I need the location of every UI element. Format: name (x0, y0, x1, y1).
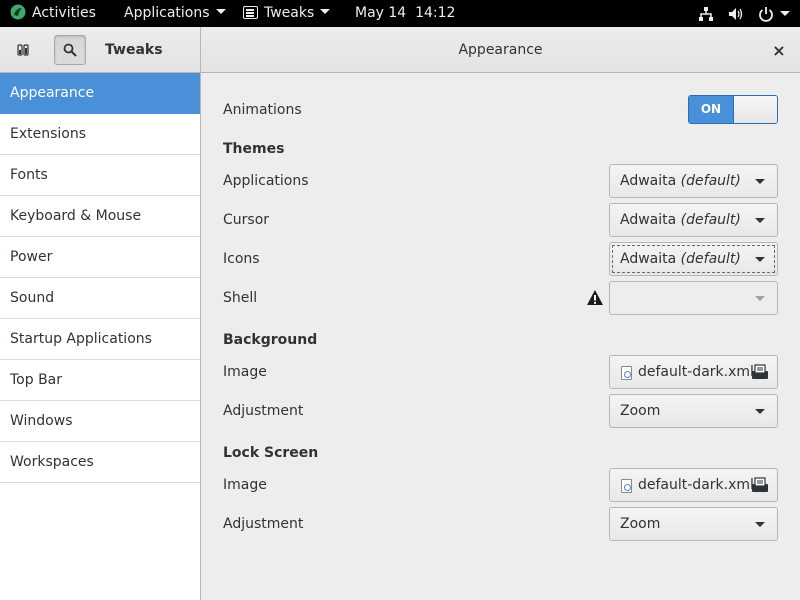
dropdown-suffix: (default) (680, 251, 741, 267)
applications-theme-row: Applications Adwaita (default) (223, 164, 778, 198)
tweaks-window: Tweaks Appearance × Appearance Extension… (0, 27, 800, 600)
chevron-down-icon (755, 296, 765, 301)
caret-down-icon (320, 9, 331, 14)
activities-button[interactable]: Activities (10, 0, 96, 27)
dropdown-suffix: (default) (680, 212, 741, 228)
sidebar-item-workspaces[interactable]: Workspaces (0, 442, 200, 483)
volume-icon (729, 7, 743, 20)
app-menu-label: Tweaks (264, 5, 315, 21)
shell-theme-dropdown (609, 281, 778, 315)
switch-knob[interactable] (732, 96, 777, 123)
sidebar-item-appearance[interactable]: Appearance (0, 73, 200, 114)
header-bar: Tweaks Appearance × (0, 27, 800, 73)
lock-screen-heading: Lock Screen (223, 445, 319, 461)
applications-theme-label: Applications (223, 173, 309, 189)
applications-theme-dropdown[interactable]: Adwaita (default) (609, 164, 778, 198)
chevron-down-icon (755, 179, 765, 184)
search-icon (63, 43, 77, 57)
cursor-theme-label: Cursor (223, 212, 270, 228)
sidebar-item-startup-applications[interactable]: Startup Applications (0, 319, 200, 360)
close-button[interactable]: × (770, 40, 788, 60)
dropdown-value: Zoom (620, 403, 661, 419)
background-image-row: Image default-dark.xml (223, 355, 778, 389)
warning-icon (587, 290, 603, 305)
close-icon: × (772, 40, 786, 60)
dropdown-value: Adwaita (620, 212, 677, 228)
gnome-logo-icon (10, 4, 26, 20)
background-image-chooser[interactable]: default-dark.xml (609, 355, 778, 389)
sidebar-item-fonts[interactable]: Fonts (0, 155, 200, 196)
icons-theme-dropdown[interactable]: Adwaita (default) (609, 242, 778, 276)
animations-switch[interactable]: ON (688, 95, 778, 124)
open-folder-icon (752, 477, 768, 492)
chevron-down-icon (755, 522, 765, 527)
activities-label: Activities (32, 5, 96, 21)
chevron-down-icon (755, 409, 765, 414)
lock-screen-adjustment-label: Adjustment (223, 516, 304, 532)
chevron-down-icon (755, 257, 765, 262)
shell-theme-label: Shell (223, 290, 258, 306)
lock-screen-image-label: Image (223, 477, 267, 493)
sidebar-item-windows[interactable]: Windows (0, 401, 200, 442)
dropdown-value: Zoom (620, 516, 661, 532)
clock[interactable]: May 14 14:12 (355, 0, 455, 27)
file-icon (621, 366, 632, 380)
icons-theme-row: Icons Adwaita (default) (223, 242, 778, 276)
power-icon (759, 6, 773, 22)
sidebar-item-keyboard-mouse[interactable]: Keyboard & Mouse (0, 196, 200, 237)
lock-screen-image-row: Image default-dark.xml (223, 468, 778, 502)
caret-down-icon (215, 9, 226, 14)
sidebar: Appearance Extensions Fonts Keyboard & M… (0, 73, 201, 600)
themes-heading: Themes (223, 141, 285, 157)
dropdown-suffix: (default) (680, 173, 741, 189)
background-heading: Background (223, 332, 318, 348)
page-title: Appearance (458, 42, 543, 58)
background-adjustment-row: Adjustment Zoom (223, 394, 778, 428)
search-button[interactable] (54, 35, 86, 65)
app-menu[interactable]: Tweaks (243, 0, 331, 27)
app-title: Tweaks (105, 42, 163, 58)
open-folder-icon (752, 364, 768, 379)
lock-screen-adjustment-dropdown[interactable]: Zoom (609, 507, 778, 541)
switch-on-label: ON (689, 96, 733, 123)
chevron-down-icon (755, 218, 765, 223)
file-name: default-dark.xml (638, 364, 754, 380)
background-adjustment-label: Adjustment (223, 403, 304, 419)
system-menu[interactable] (698, 0, 790, 27)
caret-down-icon (780, 11, 790, 16)
header-bar-left: Tweaks (0, 27, 201, 73)
cursor-theme-row: Cursor Adwaita (default) (223, 203, 778, 237)
animations-row: Animations ON (223, 93, 778, 127)
file-name: default-dark.xml (638, 477, 754, 493)
background-adjustment-dropdown[interactable]: Zoom (609, 394, 778, 428)
sidebar-toggle-icon (17, 44, 29, 56)
shell-theme-row: Shell (223, 281, 778, 315)
clock-label: May 14 14:12 (355, 5, 456, 21)
sidebar-item-extensions[interactable]: Extensions (0, 114, 200, 155)
applications-menu[interactable]: Applications (124, 0, 226, 27)
applications-label: Applications (124, 5, 210, 21)
appearance-panel: Animations ON Themes Applications Adwait… (201, 73, 800, 600)
sidebar-toggle-button[interactable] (7, 35, 39, 65)
app-icon (243, 6, 258, 19)
lock-screen-image-chooser[interactable]: default-dark.xml (609, 468, 778, 502)
background-image-label: Image (223, 364, 267, 380)
cursor-theme-dropdown[interactable]: Adwaita (default) (609, 203, 778, 237)
sidebar-item-sound[interactable]: Sound (0, 278, 200, 319)
lock-screen-adjustment-row: Adjustment Zoom (223, 507, 778, 541)
file-icon (621, 479, 632, 493)
dropdown-value: Adwaita (620, 173, 677, 189)
sidebar-item-top-bar[interactable]: Top Bar (0, 360, 200, 401)
icons-theme-label: Icons (223, 251, 260, 267)
dropdown-value: Adwaita (620, 251, 677, 267)
sidebar-item-power[interactable]: Power (0, 237, 200, 278)
top-bar: Activities Applications Tweaks May 14 14… (0, 0, 800, 27)
network-icon (699, 6, 713, 21)
animations-label: Animations (223, 102, 302, 118)
power-menu[interactable] (758, 6, 790, 22)
